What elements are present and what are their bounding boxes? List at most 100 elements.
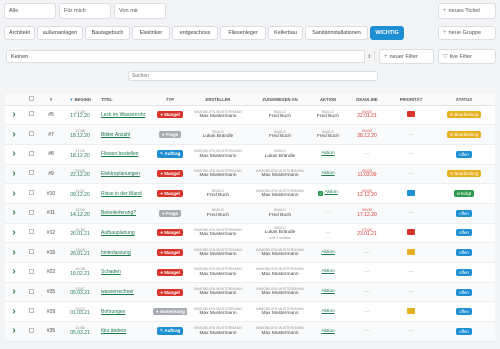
priority-flag-icon[interactable]	[407, 307, 415, 314]
select-cell[interactable]	[23, 144, 39, 165]
row-checkbox[interactable]	[28, 209, 34, 215]
chevron-right-icon[interactable]: ›	[12, 207, 15, 218]
ticket-title[interactable]: Leck im Wasserrohr	[97, 105, 153, 126]
table-row[interactable]: › #16 13:08 26.01.21 hinterlassung ● Mangel IM…	[5, 242, 495, 263]
chevron-right-icon[interactable]: ›	[12, 286, 15, 297]
expand-cell[interactable]: ›	[5, 223, 23, 244]
ticket-title[interactable]: Aufbauplanung	[97, 223, 153, 244]
tab-aussenanlagen[interactable]: außenanlagen	[37, 26, 83, 40]
row-checkbox[interactable]	[28, 131, 34, 137]
begin-date[interactable]: 17.12.20	[63, 113, 97, 120]
status-badge[interactable]: offen	[456, 150, 472, 158]
action-link[interactable]: Aktion	[311, 151, 345, 157]
begin-date[interactable]: 26.01.21	[63, 251, 97, 258]
begin-date[interactable]: 18.12.20	[63, 133, 97, 140]
chevron-right-icon[interactable]: ›	[12, 148, 15, 159]
expand-cell[interactable]: ›	[5, 203, 23, 224]
tab-sanitaer[interactable]: Sanitärinstallationen	[305, 26, 368, 40]
expand-cell[interactable]: ›	[5, 124, 23, 145]
table-row[interactable]: › #22 15:38 18.02.21 Schaden ● Mangel IMMOBILI…	[5, 262, 495, 283]
priority-flag-icon[interactable]	[407, 189, 415, 196]
col-status[interactable]: STATUS	[433, 94, 495, 106]
priority-flag-icon[interactable]	[407, 228, 415, 235]
status-badge[interactable]: offen	[456, 229, 472, 237]
chevron-right-icon[interactable]: ›	[12, 266, 15, 277]
begin-date[interactable]: 14.12.20	[63, 212, 97, 219]
table-row[interactable]: › #7 17:58 18.12.20 Bilder Anzahl ● Frage SBUL…	[5, 124, 495, 145]
status-badge[interactable]: in Bearbeitung	[446, 170, 482, 178]
expand-cell[interactable]: ›	[5, 262, 23, 283]
chevron-right-icon[interactable]: ›	[12, 168, 15, 179]
table-row[interactable]: › #12 11:38 26.01.21 Aufbauplanung ● Mangel IM…	[5, 223, 495, 244]
filter-select[interactable]: Keinen	[6, 50, 375, 63]
action-link[interactable]: Aktion	[311, 289, 345, 295]
status-badge[interactable]: offen	[456, 288, 472, 296]
select-cell[interactable]	[23, 301, 39, 323]
ticket-title[interactable]: wasserrechner	[97, 282, 153, 303]
status-badge[interactable]: in Bearbeitung	[446, 111, 482, 119]
new-group-button[interactable]: + neue Gruppe	[438, 26, 496, 40]
chevron-right-icon[interactable]: ›	[12, 227, 15, 238]
row-checkbox[interactable]	[28, 150, 34, 156]
ticket-title[interactable]: Bohrungen	[97, 301, 153, 323]
tab-architekt[interactable]: Architekt	[4, 26, 35, 40]
priority-flag-icon[interactable]	[407, 110, 415, 117]
tab-fliesenleger[interactable]: Fliesenleger	[220, 26, 266, 40]
col-select[interactable]	[23, 94, 39, 106]
tab-elektriker[interactable]: Elektriker	[132, 26, 170, 40]
row-checkbox[interactable]	[28, 308, 34, 314]
col-title[interactable]: TITEL	[97, 94, 153, 106]
tab-kellerbau[interactable]: Kellerbau	[268, 26, 303, 40]
row-checkbox[interactable]	[28, 288, 34, 294]
action-link[interactable]: Aktion	[324, 190, 337, 196]
table-row[interactable]: › #25 13:57 05.03.21 wasserrechner ● Mangel IM…	[5, 282, 495, 303]
chevron-right-icon[interactable]: ›	[12, 247, 15, 258]
row-checkbox[interactable]	[28, 327, 34, 333]
filter-from-me[interactable]: Von mir	[114, 3, 166, 19]
status-badge[interactable]: offen	[456, 209, 472, 217]
table-row[interactable]: › #10 11:31 09.12.20 Risse in der Wand ● Mang…	[5, 183, 495, 204]
status-badge[interactable]: offen	[456, 327, 472, 335]
action-link[interactable]: Aktion	[311, 250, 345, 256]
col-deadline[interactable]: DEADLINE	[345, 94, 389, 106]
ticket-title[interactable]: Fliesen bestellen	[97, 144, 153, 165]
col-begin[interactable]: ▼ BEGINN	[63, 94, 97, 106]
ticket-title[interactable]: hinterlassung	[97, 242, 153, 263]
filter-all[interactable]: Alle	[4, 3, 56, 19]
chevron-right-icon[interactable]: ›	[12, 306, 15, 317]
live-filter-button[interactable]: ▽ live Filter	[438, 49, 496, 64]
search-input[interactable]	[128, 71, 378, 81]
row-checkbox[interactable]	[28, 190, 34, 196]
col-num[interactable]: #	[39, 94, 63, 106]
row-checkbox[interactable]	[28, 170, 34, 176]
col-action[interactable]: AKTION	[311, 94, 345, 106]
row-checkbox[interactable]	[28, 249, 34, 255]
select-cell[interactable]	[23, 183, 39, 204]
select-cell[interactable]	[23, 282, 39, 303]
status-badge[interactable]: in Bearbeitung	[446, 131, 482, 139]
ticket-title[interactable]: Bilder Anzahl	[97, 124, 153, 145]
begin-date[interactable]: 18.12.20	[63, 153, 97, 160]
table-row[interactable]: › #9 09:48 22.12.20 Elektroplanungen ● Mangel…	[5, 164, 495, 185]
col-typ[interactable]: TYP	[153, 94, 187, 106]
select-cell[interactable]	[23, 203, 39, 224]
expand-cell[interactable]: ›	[5, 183, 23, 204]
expand-cell[interactable]: ›	[5, 321, 23, 342]
row-checkbox[interactable]	[28, 229, 34, 235]
new-filter-button[interactable]: + neuer Filter	[379, 49, 434, 64]
action-link[interactable]: Aktion	[311, 171, 345, 177]
chevron-down-icon[interactable]: ⇕	[364, 50, 374, 63]
table-row[interactable]: › #8 17:02 18.12.20 Fliesen bestellen ✎ Auftr…	[5, 144, 495, 165]
ticket-title[interactable]: Betonlieferung?	[97, 203, 153, 224]
filter-for-me[interactable]: Für mich	[59, 3, 111, 19]
chevron-right-icon[interactable]: ›	[12, 188, 15, 199]
begin-date[interactable]: 05.03.21	[63, 291, 97, 297]
ticket-title[interactable]: Elektroplanungen	[97, 164, 153, 185]
begin-date[interactable]: 01.03.21	[63, 310, 97, 317]
status-badge[interactable]: offen	[456, 249, 472, 257]
row-checkbox[interactable]	[28, 111, 34, 117]
table-row[interactable]: › #29 10:02 01.03.21 Bohrungen ● Anmerkung IMM…	[5, 301, 495, 323]
status-badge[interactable]: offen	[456, 268, 472, 276]
select-cell[interactable]	[23, 262, 39, 283]
table-row[interactable]: › #5 17:28 17.12.20 Leck im Wasserrohr ● Mang…	[5, 105, 495, 126]
